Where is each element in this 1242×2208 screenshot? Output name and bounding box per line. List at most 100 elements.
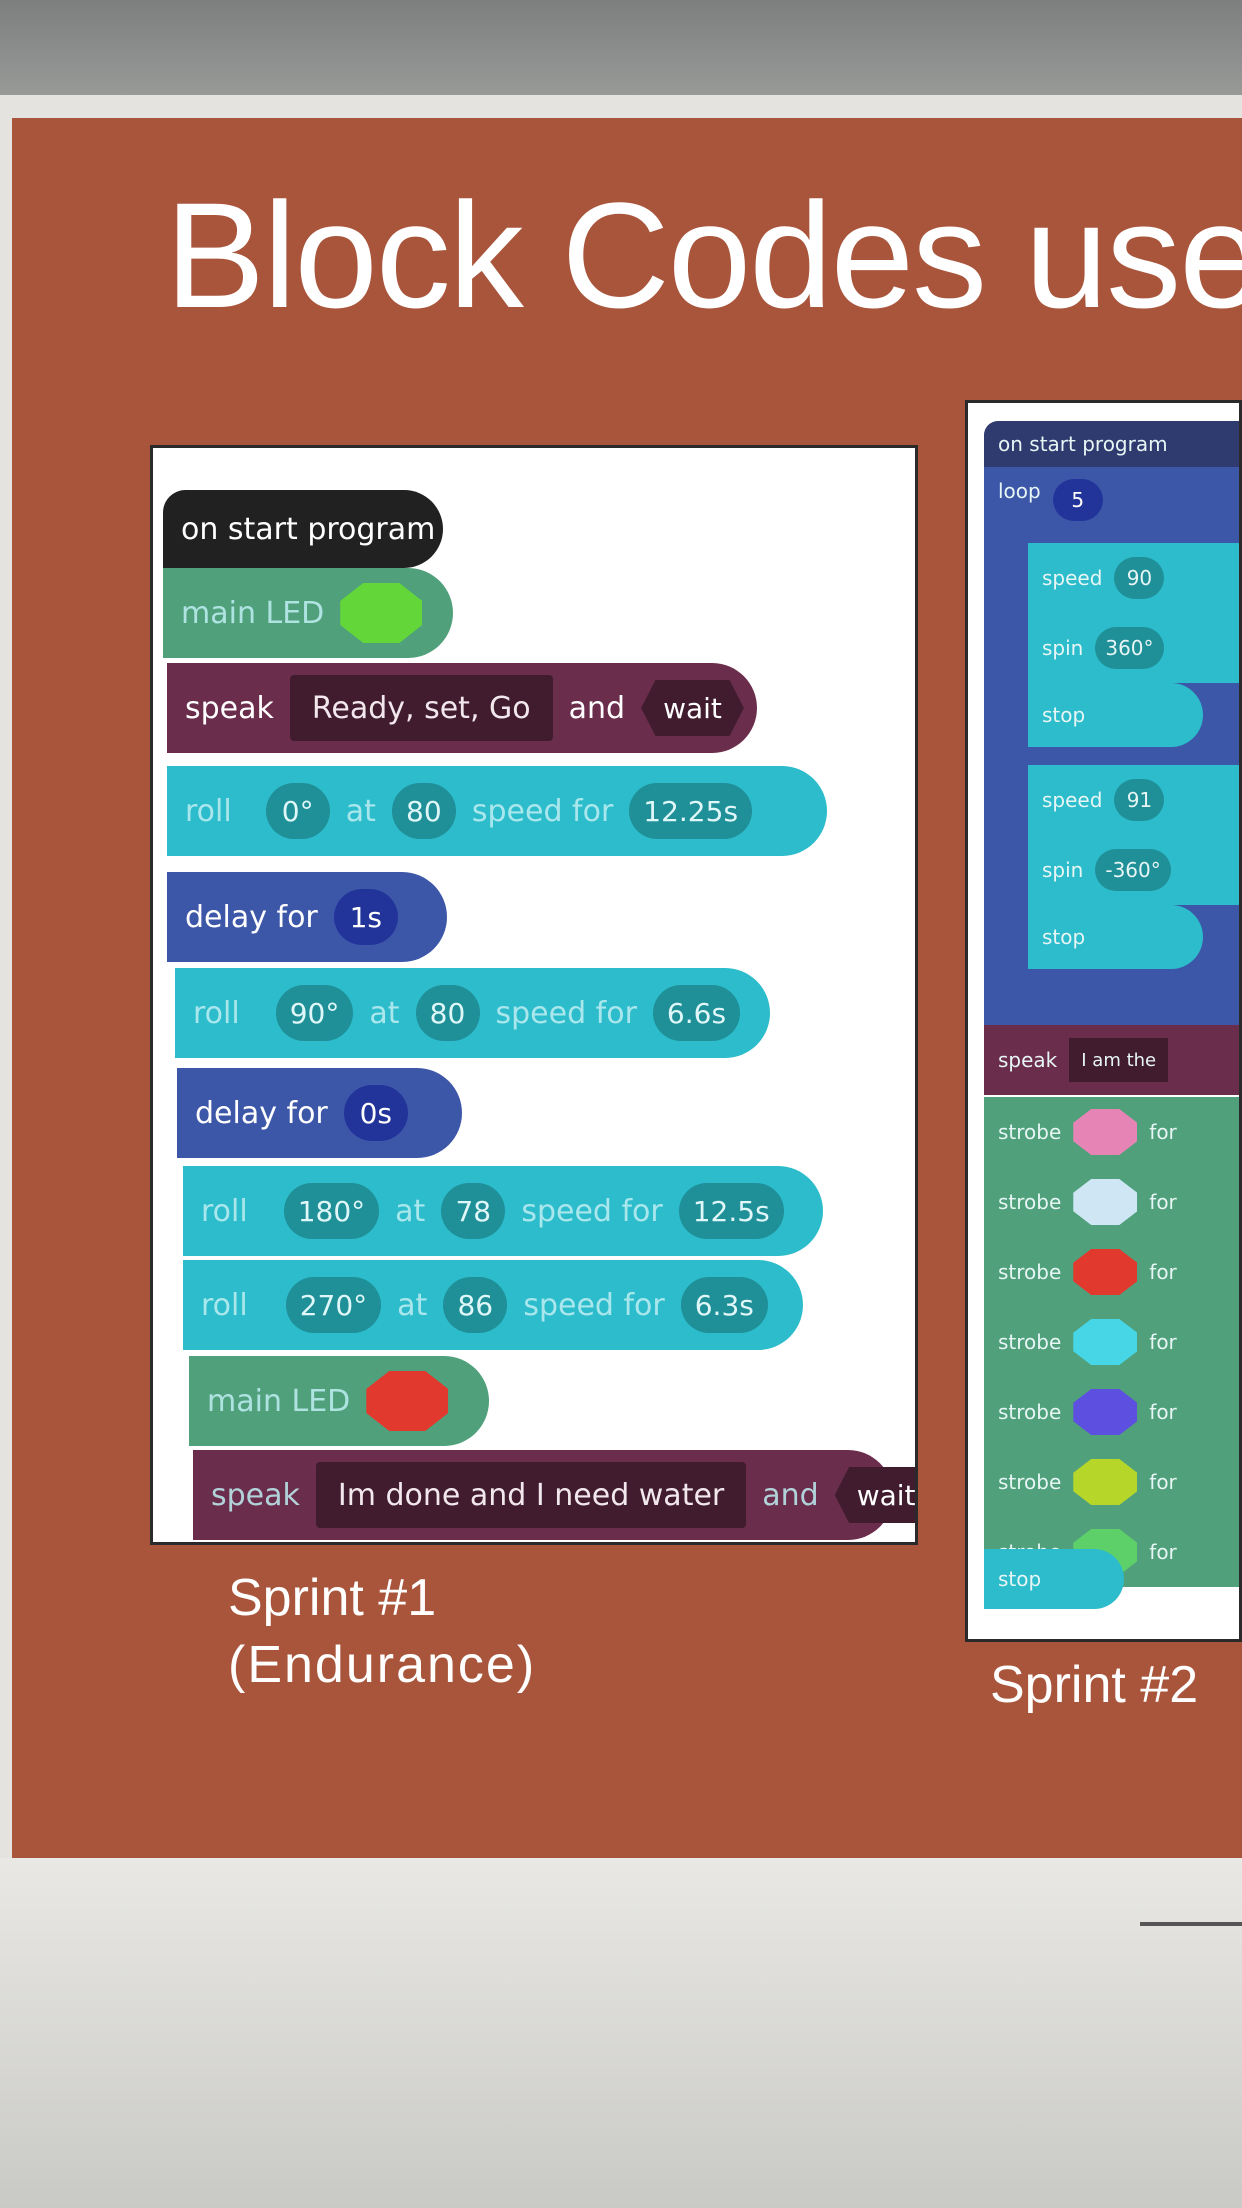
spin-input[interactable]: 360° bbox=[1095, 627, 1164, 669]
sprint1-code-panel: on start program main LED speak Ready, s… bbox=[150, 445, 918, 1545]
main-led-block-2[interactable]: main LED bbox=[189, 1356, 489, 1446]
heading-input[interactable]: 270° bbox=[285, 1277, 382, 1333]
spin-block-1[interactable]: spin 360° bbox=[1028, 613, 1239, 683]
roll-label: roll bbox=[185, 793, 232, 829]
speed-input[interactable]: 90 bbox=[1114, 557, 1165, 599]
strobe-label: strobe bbox=[998, 1400, 1062, 1424]
on-start-label: on start program bbox=[998, 432, 1168, 456]
strobe-block-2[interactable]: strobe for bbox=[984, 1167, 1239, 1237]
strobe-block-6[interactable]: strobe for bbox=[984, 1447, 1239, 1517]
led-color-swatch[interactable] bbox=[366, 1371, 449, 1431]
strobe-label: strobe bbox=[998, 1330, 1062, 1354]
strobe-color-swatch[interactable] bbox=[1073, 1179, 1138, 1225]
stop-block-2[interactable]: stop bbox=[1028, 905, 1203, 969]
main-led-block-1[interactable]: main LED bbox=[163, 568, 453, 658]
duration-input[interactable]: 6.3s bbox=[680, 1277, 768, 1333]
for-label: for bbox=[1149, 1470, 1177, 1494]
sprint1-caption-subtitle: (Endurance) bbox=[228, 1636, 537, 1694]
stop-block-1[interactable]: stop bbox=[1028, 683, 1203, 747]
speed-for-label: speed for bbox=[521, 1193, 663, 1229]
stop-label: stop bbox=[1042, 925, 1086, 949]
roll-label: roll bbox=[201, 1287, 248, 1323]
strobe-label: strobe bbox=[998, 1120, 1062, 1144]
for-label: for bbox=[1149, 1120, 1177, 1144]
and-label: and bbox=[568, 690, 626, 726]
spin-input[interactable]: -360° bbox=[1095, 849, 1171, 891]
strobe-color-swatch[interactable] bbox=[1073, 1109, 1138, 1155]
speed-block-2[interactable]: speed 91 bbox=[1028, 765, 1239, 835]
spin-block-2[interactable]: spin -360° bbox=[1028, 835, 1239, 905]
duration-input[interactable]: 12.5s bbox=[678, 1183, 784, 1239]
loop-label: loop bbox=[998, 479, 1041, 503]
wait-toggle[interactable]: wait bbox=[641, 680, 744, 736]
strobe-color-swatch[interactable] bbox=[1073, 1459, 1138, 1505]
for-label: for bbox=[1149, 1330, 1177, 1354]
at-label: at bbox=[345, 793, 376, 829]
speed-for-label: speed for bbox=[495, 995, 637, 1031]
strobe-color-swatch[interactable] bbox=[1073, 1249, 1138, 1295]
speak-text-input[interactable]: I am the bbox=[1069, 1038, 1169, 1082]
for-label: for bbox=[1149, 1190, 1177, 1214]
stop-block-3[interactable]: stop bbox=[984, 1549, 1124, 1609]
speak-label: speak bbox=[211, 1477, 300, 1513]
photo-background-top bbox=[0, 0, 1242, 110]
delay-label: delay for bbox=[185, 899, 318, 935]
duration-input[interactable]: 6.6s bbox=[652, 985, 741, 1041]
strobe-color-swatch[interactable] bbox=[1073, 1319, 1138, 1365]
speak-text-input[interactable]: Im done and I need water bbox=[315, 1462, 747, 1528]
speed-input[interactable]: 78 bbox=[441, 1183, 506, 1239]
strobe-label: strobe bbox=[998, 1190, 1062, 1214]
for-label: for bbox=[1149, 1260, 1177, 1284]
at-label: at bbox=[369, 995, 400, 1031]
delay-block-1[interactable]: delay for 1s bbox=[167, 872, 447, 962]
roll-block-1[interactable]: roll 0° at 80 speed for 12.25s bbox=[167, 766, 827, 856]
strobe-block-3[interactable]: strobe for bbox=[984, 1237, 1239, 1307]
heading-input[interactable]: 0° bbox=[265, 783, 330, 839]
roll-block-3[interactable]: roll 180° at 78 speed for 12.5s bbox=[183, 1166, 823, 1256]
spin-label: spin bbox=[1042, 636, 1084, 660]
on-start-block[interactable]: on start program bbox=[984, 421, 1239, 467]
speed-for-label: speed for bbox=[523, 1287, 665, 1323]
strobe-block-4[interactable]: strobe for bbox=[984, 1307, 1239, 1377]
delay-input[interactable]: 0s bbox=[343, 1085, 408, 1141]
roll-label: roll bbox=[193, 995, 240, 1031]
speed-block-1[interactable]: speed 90 bbox=[1028, 543, 1239, 613]
strobe-block-1[interactable]: strobe for bbox=[984, 1097, 1239, 1167]
speed-for-label: speed for bbox=[471, 793, 614, 829]
strobe-label: strobe bbox=[998, 1260, 1062, 1284]
speak-block-1[interactable]: speak Ready, set, Go and wait bbox=[167, 663, 757, 753]
speed-input[interactable]: 80 bbox=[391, 783, 456, 839]
speed-input[interactable]: 86 bbox=[443, 1277, 508, 1333]
speak-label: speak bbox=[185, 690, 274, 726]
on-start-block[interactable]: on start program bbox=[163, 490, 443, 568]
heading-input[interactable]: 180° bbox=[283, 1183, 380, 1239]
roll-label: roll bbox=[201, 1193, 248, 1229]
delay-input[interactable]: 1s bbox=[333, 889, 398, 945]
speak-text-input[interactable]: Ready, set, Go bbox=[289, 675, 553, 741]
speak-block[interactable]: speak I am the bbox=[984, 1025, 1239, 1095]
divider-line bbox=[1140, 1922, 1242, 1926]
speed-label: speed bbox=[1042, 788, 1103, 812]
for-label: for bbox=[1149, 1400, 1177, 1424]
sprint2-code-panel: on start program loop 5 speed 90 spin 36… bbox=[965, 400, 1242, 1642]
speed-input[interactable]: 91 bbox=[1114, 779, 1165, 821]
spin-label: spin bbox=[1042, 858, 1084, 882]
roll-block-4[interactable]: roll 270° at 86 speed for 6.3s bbox=[183, 1260, 803, 1350]
roll-block-2[interactable]: roll 90° at 80 speed for 6.6s bbox=[175, 968, 770, 1058]
loop-count-input[interactable]: 5 bbox=[1052, 479, 1103, 521]
delay-block-2[interactable]: delay for 0s bbox=[177, 1068, 462, 1158]
heading-input[interactable]: 90° bbox=[275, 985, 354, 1041]
speed-label: speed bbox=[1042, 566, 1103, 590]
duration-input[interactable]: 12.25s bbox=[629, 783, 753, 839]
strobe-block-5[interactable]: strobe for bbox=[984, 1377, 1239, 1447]
wait-toggle[interactable]: wait bbox=[834, 1467, 915, 1523]
strobe-color-swatch[interactable] bbox=[1073, 1389, 1138, 1435]
speak-label: speak bbox=[998, 1048, 1058, 1072]
speed-input[interactable]: 80 bbox=[415, 985, 480, 1041]
main-led-label: main LED bbox=[181, 595, 325, 631]
sprint1-caption: Sprint #1 bbox=[228, 1569, 437, 1627]
on-start-label: on start program bbox=[181, 511, 436, 547]
led-color-swatch[interactable] bbox=[340, 583, 423, 643]
speak-block-2[interactable]: speak Im done and I need water and wait bbox=[193, 1450, 915, 1540]
wall-below-screen bbox=[0, 1858, 1242, 2208]
